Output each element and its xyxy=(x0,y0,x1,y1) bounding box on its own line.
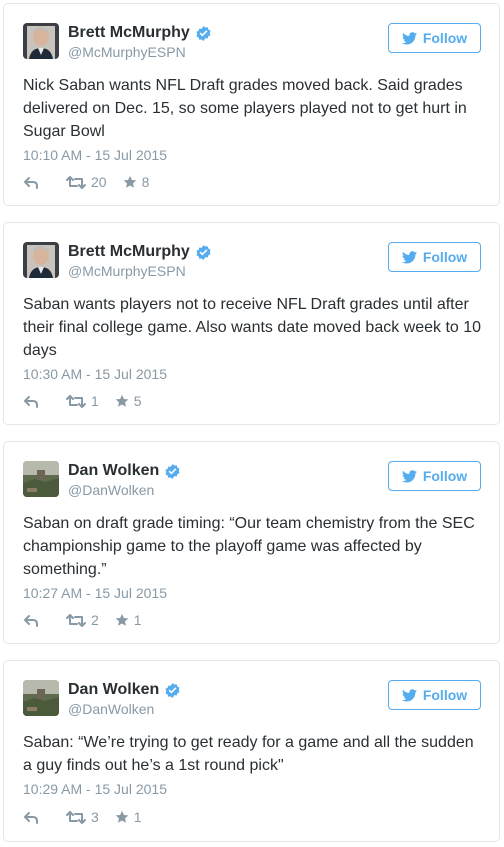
tweet-text: Saban on draft grade timing: “Our team c… xyxy=(23,515,475,578)
retweet-button[interactable]: 2 xyxy=(66,612,99,628)
retweet-button[interactable]: 3 xyxy=(66,809,99,825)
avatar[interactable] xyxy=(23,23,59,59)
retweet-button[interactable]: 20 xyxy=(66,174,107,190)
favorite-count: 1 xyxy=(133,809,142,825)
avatar[interactable] xyxy=(23,242,59,278)
tweet-actions: 3 1 xyxy=(23,808,142,826)
tweet-actions: 20 8 xyxy=(23,173,149,191)
follow-button[interactable]: Follow xyxy=(388,23,481,53)
favorite-button[interactable]: 5 xyxy=(115,393,142,409)
twitter-bird-icon xyxy=(401,469,417,483)
display-name[interactable]: Dan Wolken xyxy=(68,680,159,700)
display-name[interactable]: Dan Wolken xyxy=(68,461,159,481)
reply-icon xyxy=(23,395,39,408)
screen-name[interactable]: @McMurphyESPN xyxy=(68,43,186,61)
follow-button[interactable]: Follow xyxy=(388,461,481,491)
tweet-feed: Brett McMurphy @McMurphyESPN Follow Nick… xyxy=(0,0,504,847)
twitter-bird-icon xyxy=(401,31,417,45)
retweet-count: 20 xyxy=(91,174,107,190)
retweet-icon xyxy=(66,810,86,824)
reply-button[interactable] xyxy=(23,614,41,627)
follow-label: Follow xyxy=(422,249,468,265)
retweet-count: 1 xyxy=(91,393,99,409)
timestamp-link[interactable]: 10:29 AM - 15 Jul 2015 xyxy=(23,780,167,798)
star-icon xyxy=(115,810,129,824)
retweet-count: 3 xyxy=(91,809,99,825)
follow-button[interactable]: Follow xyxy=(388,242,481,272)
twitter-bird-icon xyxy=(401,250,417,264)
author-name-row[interactable]: Brett McMurphy xyxy=(68,23,212,43)
tweet-actions: 1 5 xyxy=(23,392,142,410)
follow-label: Follow xyxy=(422,468,468,484)
favorite-button[interactable]: 1 xyxy=(115,612,142,628)
star-icon xyxy=(115,394,129,408)
verified-badge-icon xyxy=(164,463,181,480)
reply-button[interactable] xyxy=(23,811,41,824)
reply-button[interactable] xyxy=(23,395,41,408)
favorite-count: 1 xyxy=(133,612,142,628)
reply-icon xyxy=(23,176,39,189)
favorite-count: 8 xyxy=(141,174,150,190)
star-icon xyxy=(123,175,137,189)
retweet-icon xyxy=(66,394,86,408)
tweet-card: Dan Wolken @DanWolken Follow Saban on dr… xyxy=(3,441,500,644)
favorite-button[interactable]: 1 xyxy=(115,809,142,825)
favorite-button[interactable]: 8 xyxy=(123,174,150,190)
author-name-row[interactable]: Brett McMurphy xyxy=(68,242,212,262)
verified-badge-icon xyxy=(195,244,212,261)
retweet-count: 2 xyxy=(91,612,99,628)
tweet-actions: 2 1 xyxy=(23,611,142,629)
timestamp-link[interactable]: 10:30 AM - 15 Jul 2015 xyxy=(23,365,167,383)
tweet-card: Dan Wolken @DanWolken Follow Saban: “We’… xyxy=(3,660,500,842)
reply-button[interactable] xyxy=(23,176,41,189)
retweet-button[interactable]: 1 xyxy=(66,393,99,409)
reply-icon xyxy=(23,811,39,824)
timestamp-link[interactable]: 10:27 AM - 15 Jul 2015 xyxy=(23,584,167,602)
screen-name[interactable]: @McMurphyESPN xyxy=(68,262,186,280)
follow-label: Follow xyxy=(422,30,468,46)
avatar[interactable] xyxy=(23,461,59,497)
tweet-card: Brett McMurphy @McMurphyESPN Follow Saba… xyxy=(3,222,500,425)
avatar[interactable] xyxy=(23,680,59,716)
display-name[interactable]: Brett McMurphy xyxy=(68,242,190,262)
author-name-row[interactable]: Dan Wolken xyxy=(68,461,181,481)
display-name[interactable]: Brett McMurphy xyxy=(68,23,190,43)
tweet-text: Saban: “We’re trying to get ready for a … xyxy=(23,734,474,774)
tweet-card: Brett McMurphy @McMurphyESPN Follow Nick… xyxy=(3,3,500,206)
screen-name[interactable]: @DanWolken xyxy=(68,700,154,718)
tweet-text: Saban wants players not to receive NFL D… xyxy=(23,296,482,359)
tweet-text: Nick Saban wants NFL Draft grades moved … xyxy=(23,77,467,140)
verified-badge-icon xyxy=(195,25,212,42)
favorite-count: 5 xyxy=(133,393,142,409)
twitter-bird-icon xyxy=(401,688,417,702)
reply-icon xyxy=(23,614,39,627)
retweet-icon xyxy=(66,175,86,189)
star-icon xyxy=(115,613,129,627)
follow-button[interactable]: Follow xyxy=(388,680,481,710)
verified-badge-icon xyxy=(164,682,181,699)
follow-label: Follow xyxy=(422,687,468,703)
retweet-icon xyxy=(66,613,86,627)
screen-name[interactable]: @DanWolken xyxy=(68,481,154,499)
author-name-row[interactable]: Dan Wolken xyxy=(68,680,181,700)
timestamp-link[interactable]: 10:10 AM - 15 Jul 2015 xyxy=(23,146,167,164)
